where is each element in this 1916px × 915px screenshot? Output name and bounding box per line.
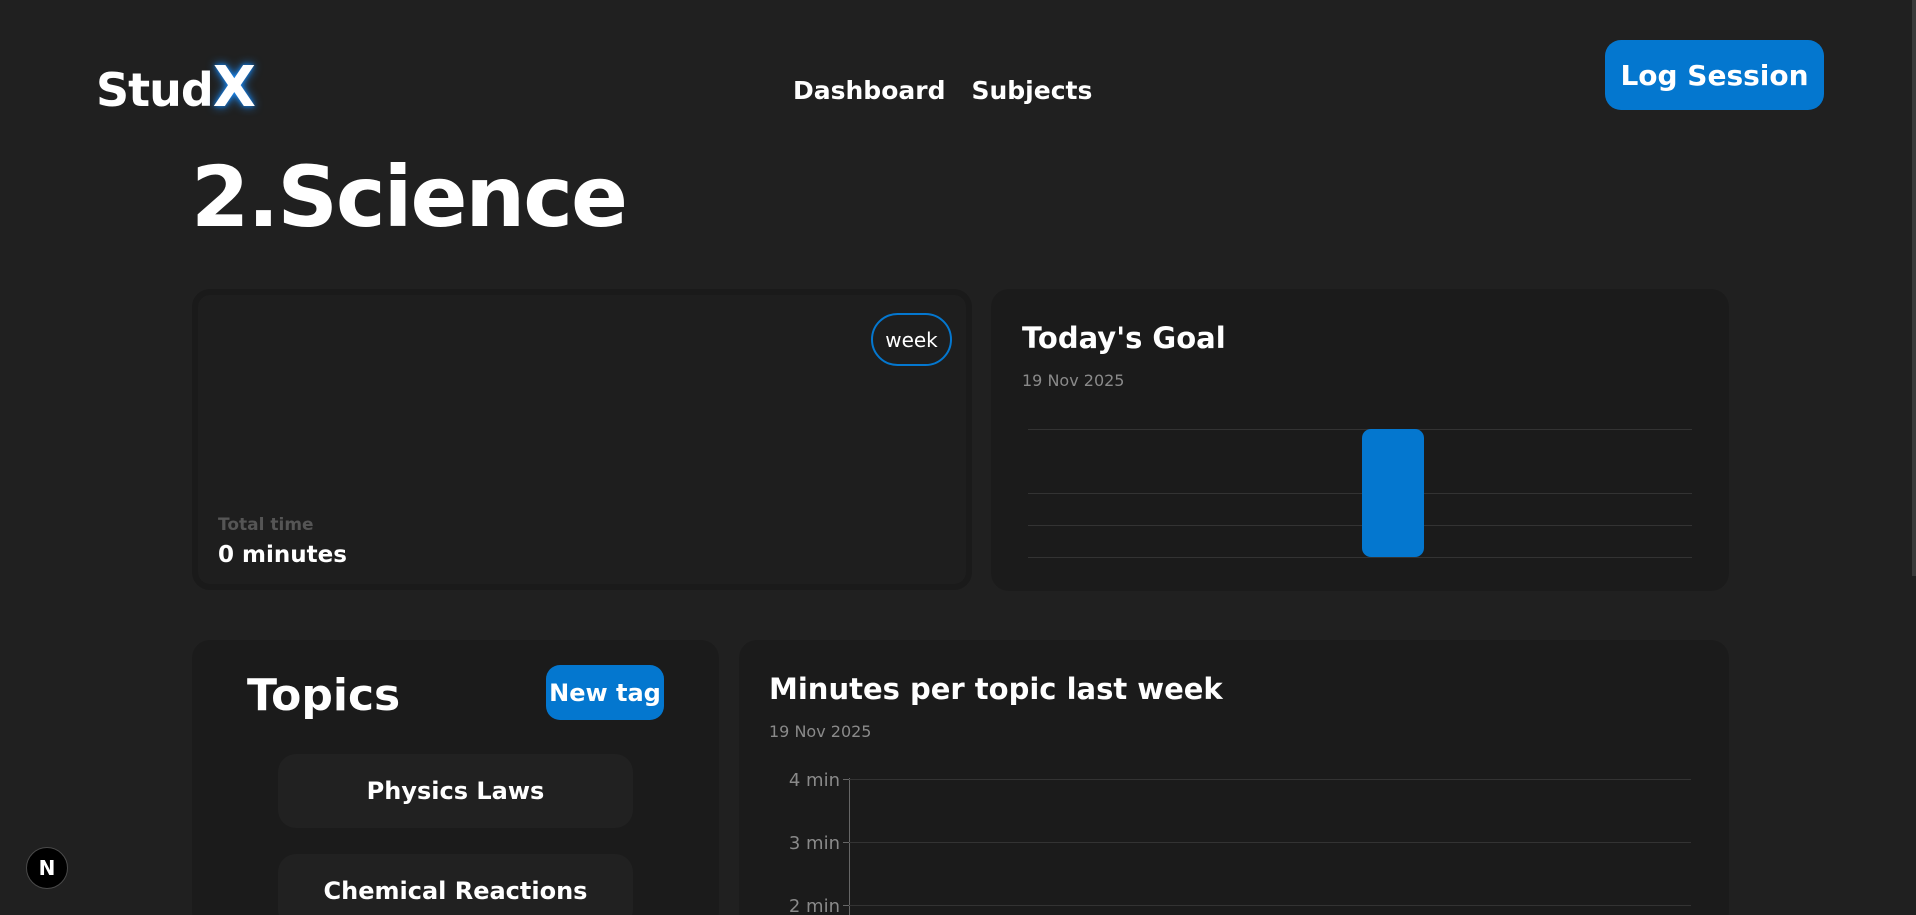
topics-title: Topics bbox=[247, 670, 401, 721]
page: StudX Dashboard Subjects Log Session 2.S… bbox=[0, 0, 1916, 915]
topic-item[interactable]: Chemical Reactions bbox=[278, 854, 633, 915]
log-session-button[interactable]: Log Session bbox=[1605, 40, 1824, 110]
nav-subjects[interactable]: Subjects bbox=[971, 76, 1092, 105]
minutes-chart: 4 min 3 min 2 min bbox=[789, 770, 1691, 915]
next-devtools-badge[interactable]: N bbox=[26, 847, 68, 889]
topic-item[interactable]: Physics Laws bbox=[278, 754, 633, 828]
logo-accent: X bbox=[212, 55, 256, 120]
main-nav: Dashboard Subjects bbox=[793, 76, 1092, 105]
goal-chart bbox=[1028, 429, 1692, 558]
new-tag-button[interactable]: New tag bbox=[546, 665, 664, 720]
total-time-label: Total time bbox=[218, 515, 314, 535]
goal-bar[interactable] bbox=[1362, 429, 1424, 557]
week-range-button[interactable]: week bbox=[871, 313, 952, 366]
goal-title: Today's Goal bbox=[1022, 321, 1226, 355]
y-tick-label: 2 min bbox=[789, 896, 840, 915]
scrollbar[interactable] bbox=[1912, 0, 1916, 576]
topics-card: Topics New tag Physics Laws Chemical Rea… bbox=[192, 640, 719, 915]
logo[interactable]: StudX bbox=[96, 55, 256, 120]
logo-main: Stud bbox=[96, 63, 214, 117]
page-title: 2.Science bbox=[191, 148, 628, 246]
todays-goal-card: Today's Goal 19 Nov 2025 bbox=[991, 289, 1729, 591]
minutes-per-topic-card: Minutes per topic last week 19 Nov 2025 … bbox=[739, 640, 1729, 915]
goal-date: 19 Nov 2025 bbox=[1022, 371, 1125, 390]
y-tick-label: 3 min bbox=[789, 833, 840, 854]
total-time-card: week Total time 0 minutes bbox=[192, 289, 972, 590]
y-tick-label: 4 min bbox=[789, 770, 840, 791]
nav-dashboard[interactable]: Dashboard bbox=[793, 76, 945, 105]
total-time-value: 0 minutes bbox=[218, 542, 347, 568]
